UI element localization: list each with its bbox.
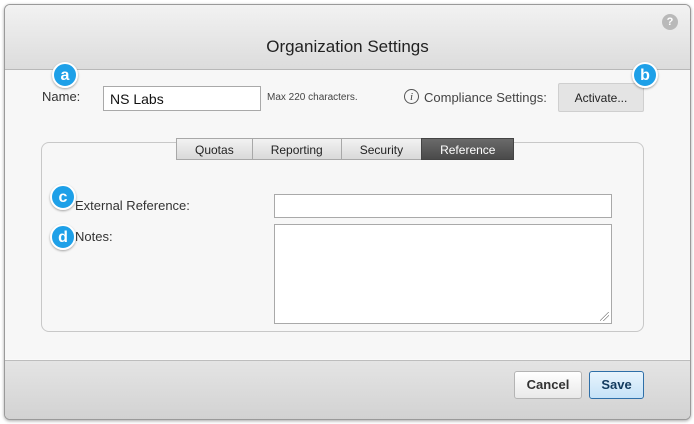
name-label: Name:: [42, 89, 81, 104]
info-icon[interactable]: i: [404, 89, 419, 104]
external-reference-input[interactable]: [274, 194, 612, 218]
help-icon[interactable]: ?: [662, 14, 678, 30]
tab-bar: Quotas Reporting Security Reference: [176, 138, 515, 160]
notes-label: Notes:: [75, 229, 113, 244]
callout-badge-b: b: [632, 62, 658, 88]
name-input[interactable]: [103, 86, 261, 111]
name-max-chars-hint: Max 220 characters.: [267, 92, 358, 103]
resize-grip-icon[interactable]: [600, 312, 609, 321]
compliance-settings-label: Compliance Settings:: [424, 90, 547, 105]
tab-reporting[interactable]: Reporting: [251, 138, 342, 160]
callout-badge-d: d: [50, 224, 76, 250]
dialog-title: Organization Settings: [266, 37, 429, 56]
save-button[interactable]: Save: [589, 371, 644, 399]
cancel-button[interactable]: Cancel: [514, 371, 582, 399]
dialog-header: Organization Settings ?: [5, 5, 690, 70]
callout-badge-c: c: [50, 184, 76, 210]
tab-quotas[interactable]: Quotas: [176, 138, 253, 160]
notes-textarea[interactable]: [274, 224, 612, 324]
callout-badge-a: a: [52, 62, 78, 88]
activate-button[interactable]: Activate...: [558, 83, 644, 112]
external-reference-label: External Reference:: [75, 198, 190, 213]
tab-reference[interactable]: Reference: [421, 138, 515, 160]
dialog-footer: [5, 360, 690, 419]
tab-security[interactable]: Security: [340, 138, 423, 160]
